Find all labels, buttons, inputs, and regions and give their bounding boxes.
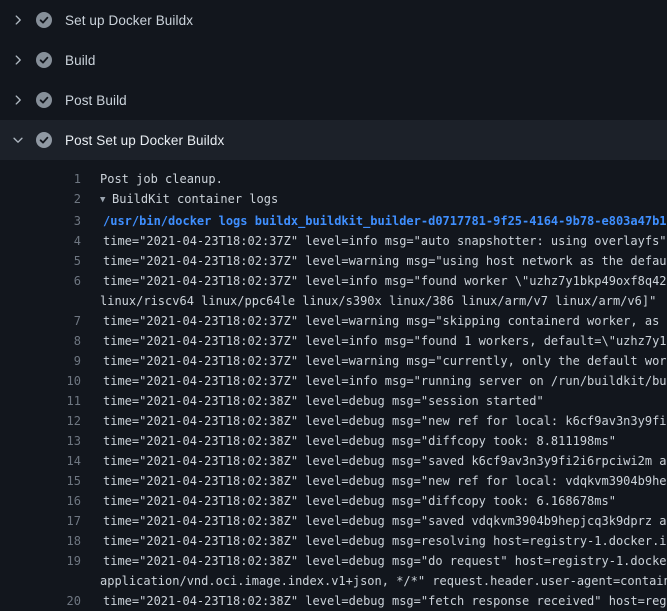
- log-text: time="2021-04-23T18:02:37Z" level=info m…: [100, 231, 667, 251]
- line-number[interactable]: 8: [40, 331, 81, 351]
- step-title: Build: [65, 53, 96, 68]
- line-number[interactable]: 20: [40, 591, 81, 611]
- log-line: 12 time="2021-04-23T18:02:38Z" level=deb…: [40, 411, 667, 431]
- log-line: 3 /usr/bin/docker logs buildx_buildkit_b…: [40, 211, 667, 231]
- line-number[interactable]: 10: [40, 371, 81, 391]
- log-line: 6 time="2021-04-23T18:02:37Z" level=info…: [40, 271, 667, 311]
- step-row-post-build[interactable]: Post Build: [0, 80, 667, 120]
- log-group-header[interactable]: 2 ▼BuildKit container logs: [40, 189, 667, 211]
- line-number[interactable]: 16: [40, 491, 81, 511]
- log-text: time="2021-04-23T18:02:38Z" level=debug …: [100, 451, 667, 471]
- log-line: 14 time="2021-04-23T18:02:38Z" level=deb…: [40, 451, 667, 471]
- log-text: time="2021-04-23T18:02:38Z" level=debug …: [100, 471, 667, 491]
- log-text: time="2021-04-23T18:02:37Z" level=warnin…: [100, 251, 667, 271]
- log-viewer: 1 Post job cleanup. 2 ▼BuildKit containe…: [0, 160, 667, 611]
- log-text: time="2021-04-23T18:02:38Z" level=debug …: [100, 511, 667, 531]
- chevron-right-icon[interactable]: [10, 92, 26, 108]
- log-text: time="2021-04-23T18:02:38Z" level=debug …: [100, 591, 667, 611]
- log-line: 11 time="2021-04-23T18:02:38Z" level=deb…: [40, 391, 667, 411]
- log-text: time="2021-04-23T18:02:38Z" level=debug …: [100, 391, 667, 411]
- log-line: 1 Post job cleanup.: [40, 169, 667, 189]
- step-title: Set up Docker Buildx: [65, 13, 193, 28]
- chevron-down-icon[interactable]: [10, 132, 26, 148]
- log-line: 19 time="2021-04-23T18:02:38Z" level=deb…: [40, 551, 667, 591]
- log-line: 8 time="2021-04-23T18:02:37Z" level=info…: [40, 331, 667, 351]
- log-line: 7 time="2021-04-23T18:02:37Z" level=warn…: [40, 311, 667, 331]
- log-line: 16 time="2021-04-23T18:02:38Z" level=deb…: [40, 491, 667, 511]
- step-row-post-set-up-docker-buildx[interactable]: Post Set up Docker Buildx: [0, 120, 667, 160]
- line-number[interactable]: 18: [40, 531, 81, 551]
- step-row-build[interactable]: Build: [0, 40, 667, 80]
- log-line: 18 time="2021-04-23T18:02:38Z" level=deb…: [40, 531, 667, 551]
- check-circle-icon: [36, 12, 52, 28]
- log-text: time="2021-04-23T18:02:38Z" level=debug …: [100, 491, 667, 511]
- log-line: 15 time="2021-04-23T18:02:38Z" level=deb…: [40, 471, 667, 491]
- log-text: time="2021-04-23T18:02:37Z" level=warnin…: [100, 351, 667, 371]
- log-text-wrapped: linux/riscv64 linux/ppc64le linux/s390x …: [100, 291, 667, 311]
- log-line: 10 time="2021-04-23T18:02:37Z" level=inf…: [40, 371, 667, 391]
- line-number[interactable]: 1: [40, 169, 81, 189]
- log-text: time="2021-04-23T18:02:38Z" level=debug …: [100, 531, 667, 551]
- line-number[interactable]: 12: [40, 411, 81, 431]
- check-circle-icon: [36, 132, 52, 148]
- line-number[interactable]: 19: [40, 551, 81, 591]
- step-list: Set up Docker Buildx Build Post Build Po…: [0, 0, 667, 160]
- log-command-text: /usr/bin/docker logs buildx_buildkit_bui…: [100, 211, 667, 231]
- line-number[interactable]: 15: [40, 471, 81, 491]
- step-row-set-up-docker-buildx[interactable]: Set up Docker Buildx: [0, 0, 667, 40]
- check-circle-icon: [36, 52, 52, 68]
- step-title: Post Build: [65, 93, 127, 108]
- log-text: time="2021-04-23T18:02:38Z" level=debug …: [100, 431, 667, 451]
- line-number[interactable]: 2: [40, 189, 81, 211]
- chevron-right-icon[interactable]: [10, 52, 26, 68]
- line-number[interactable]: 17: [40, 511, 81, 531]
- step-title: Post Set up Docker Buildx: [65, 133, 224, 148]
- log-line: 4 time="2021-04-23T18:02:37Z" level=info…: [40, 231, 667, 251]
- line-number[interactable]: 5: [40, 251, 81, 271]
- group-label: BuildKit container logs: [112, 192, 278, 206]
- log-text: Post job cleanup.: [100, 169, 667, 189]
- log-line: 5 time="2021-04-23T18:02:37Z" level=warn…: [40, 251, 667, 271]
- log-text: time="2021-04-23T18:02:38Z" level=debug …: [100, 411, 667, 431]
- line-number[interactable]: 6: [40, 271, 81, 311]
- log-line: 20 time="2021-04-23T18:02:38Z" level=deb…: [40, 591, 667, 611]
- line-number[interactable]: 11: [40, 391, 81, 411]
- log-line: 17 time="2021-04-23T18:02:38Z" level=deb…: [40, 511, 667, 531]
- log-text: ▼BuildKit container logs: [100, 189, 667, 211]
- log-text-wrapped: application/vnd.oci.image.index.v1+json,…: [100, 571, 667, 591]
- log-text: time="2021-04-23T18:02:37Z" level=info m…: [100, 271, 667, 291]
- line-number[interactable]: 9: [40, 351, 81, 371]
- log-text: time="2021-04-23T18:02:38Z" level=debug …: [100, 551, 667, 571]
- log-text: time="2021-04-23T18:02:37Z" level=info m…: [100, 331, 667, 351]
- log-text: time="2021-04-23T18:02:37Z" level=warnin…: [100, 311, 667, 331]
- log-line: 9 time="2021-04-23T18:02:37Z" level=warn…: [40, 351, 667, 371]
- line-number[interactable]: 3: [40, 211, 81, 231]
- line-number[interactable]: 7: [40, 311, 81, 331]
- log-text: time="2021-04-23T18:02:37Z" level=info m…: [100, 371, 667, 391]
- chevron-right-icon[interactable]: [10, 12, 26, 28]
- line-number[interactable]: 13: [40, 431, 81, 451]
- group-collapse-triangle-icon[interactable]: ▼: [100, 190, 112, 210]
- line-number[interactable]: 4: [40, 231, 81, 251]
- check-circle-icon: [36, 92, 52, 108]
- line-number[interactable]: 14: [40, 451, 81, 471]
- log-line: 13 time="2021-04-23T18:02:38Z" level=deb…: [40, 431, 667, 451]
